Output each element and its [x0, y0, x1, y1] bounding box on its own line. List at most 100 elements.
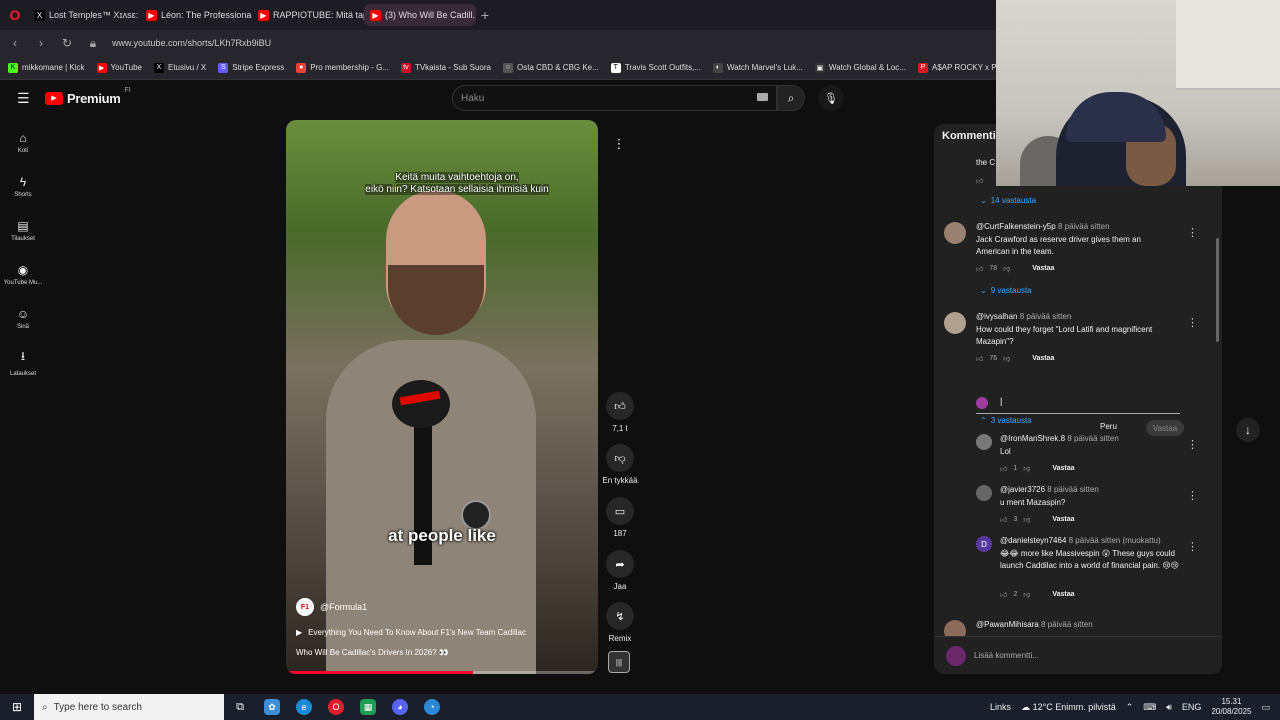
youtube-logo[interactable]: ▶ Premium FI — [45, 87, 131, 106]
thumbs-up-icon[interactable]: 👍︎ — [976, 264, 983, 273]
comment-author[interactable]: @javier3726 8 päivää sitten — [1000, 485, 1099, 494]
sidebar-item-music[interactable]: ◉ YouTube Mu... — [0, 252, 46, 296]
channel-link[interactable]: F1 @Formula1 — [296, 598, 367, 616]
sidebar-item-you[interactable]: ☺ Sinä — [0, 296, 46, 340]
avatar[interactable]: D — [976, 536, 992, 552]
links-toolbar[interactable]: Links — [990, 702, 1011, 712]
related-video-link[interactable]: ▶ Everything You Need To Know About F1's… — [296, 628, 526, 637]
taskbar-search-input[interactable]: ⌕ Type here to search — [34, 694, 224, 720]
more-options-icon[interactable]: ⋮ — [1187, 438, 1198, 451]
bookmark-item[interactable]: ○ Osta CBD & CBG Ke... — [503, 62, 599, 73]
network-icon[interactable]: ⌨︎ — [1143, 702, 1156, 713]
thumbs-up-icon[interactable]: 👍︎ — [1000, 464, 1007, 473]
discord-icon[interactable]: ◕ — [384, 694, 416, 720]
taskbar-app-icon[interactable]: ◔ — [416, 694, 448, 720]
sidebar-item-home[interactable]: ⌂ Koti — [0, 120, 46, 164]
add-comment-input[interactable]: Lisää kommentti... — [934, 636, 1222, 674]
video-title[interactable]: Who Will Be Cadillac's Drivers In 2026? … — [296, 648, 449, 657]
windows-start-icon[interactable]: ⊞ — [0, 700, 34, 714]
comments-list[interactable]: the C 👍︎ ⌄ 14 vastausta @CurtFalkenstein-… — [934, 154, 1222, 636]
more-options-icon[interactable]: ⋮ — [1187, 316, 1198, 329]
thumbs-up-icon[interactable]: 👍︎ — [1000, 590, 1007, 599]
notification-icon[interactable]: ▭ — [1261, 702, 1270, 713]
bookmark-item[interactable]: S Stripe Express — [218, 62, 284, 73]
bookmark-item[interactable]: Kmikkomane | Kick — [8, 62, 85, 73]
cancel-button[interactable]: Peru — [1100, 422, 1117, 431]
show-replies-toggle[interactable]: ⌄ 14 vastausta — [980, 196, 1036, 205]
comment-author[interactable]: @IronManShrek.8 8 päivää sitten — [1000, 434, 1119, 443]
sidebar-item-subscriptions[interactable]: ▤ Tilaukset — [0, 208, 46, 252]
weather-widget[interactable]: ☁︎ 12°C Enimm. pilvistä — [1021, 702, 1116, 713]
avatar[interactable] — [944, 620, 966, 636]
taskbar-app-icon[interactable]: ✿ — [256, 694, 288, 720]
sidebar-item-shorts[interactable]: ϟ Shorts — [0, 164, 46, 208]
sound-thumbnail-icon[interactable]: ||| — [608, 651, 630, 673]
bookmark-item[interactable]: X Etusivu / X — [153, 62, 206, 73]
thumbs-up-icon[interactable]: 👍︎ — [976, 176, 983, 185]
comment-author[interactable]: @PawanMihisara 8 päivää sitten — [976, 620, 1093, 629]
dislike-button[interactable]: 👎︎ En tykkää — [600, 444, 640, 485]
forward-icon[interactable]: › — [34, 36, 48, 50]
more-options-icon[interactable]: ⋮ — [1187, 226, 1198, 239]
language-indicator[interactable]: ENG — [1182, 702, 1202, 712]
more-options-icon[interactable]: ⋮ — [612, 136, 626, 152]
bookmark-item[interactable]: tv TVkaista - Sub Suora — [400, 62, 491, 73]
reply-button[interactable]: Vastaa — [1032, 265, 1054, 272]
new-tab-button[interactable]: + — [476, 7, 494, 23]
show-replies-toggle[interactable]: ⌄ 9 vastausta — [980, 286, 1032, 295]
send-reply-button[interactable]: Vastaa — [1146, 420, 1184, 436]
share-button[interactable]: ➦ Jaa — [600, 550, 640, 591]
volume-icon[interactable]: 🔊︎ — [1166, 702, 1172, 713]
thumbs-up-icon[interactable]: 👍︎ — [1000, 515, 1007, 524]
taskbar-app-icon[interactable]: ▦ — [352, 694, 384, 720]
hide-replies-toggle[interactable]: ⌃ 3 vastausta — [980, 416, 1032, 425]
comments-scrollbar[interactable] — [1216, 238, 1219, 342]
task-view-icon[interactable]: ⧉ — [224, 694, 256, 720]
bookmark-item[interactable]: ◐ Watch Marvel's Luk... — [712, 62, 803, 73]
bookmark-item[interactable]: ● Pro membership - G... — [296, 62, 389, 73]
avatar[interactable] — [944, 222, 966, 244]
sidebar-item-downloads[interactable]: ⭳ Lataukset — [0, 340, 46, 384]
browser-tab[interactable]: XLost Temples™ Xɪʌsɛ: "Son — [28, 4, 140, 26]
opera-logo-icon[interactable]: O — [6, 6, 24, 24]
remix-button[interactable]: ↯ Remix — [600, 602, 640, 643]
like-button[interactable]: 👍︎ 7,1 t — [600, 392, 640, 433]
clock[interactable]: 15.31 20/08/2025 — [1211, 697, 1251, 717]
thumbs-down-icon[interactable]: 👎︎ — [1023, 515, 1030, 524]
search-button[interactable]: ⌕ — [777, 85, 805, 111]
browser-tab[interactable]: ▶RAPPIOTUBE: Mitä tapahtu... — [252, 4, 364, 26]
reply-button[interactable]: Vastaa — [1052, 465, 1074, 472]
reply-button[interactable]: Vastaa — [1032, 355, 1054, 362]
edge-icon[interactable]: e — [288, 694, 320, 720]
comment-author[interactable]: @CurtFalkenstein-y5p 8 päivää sitten — [976, 222, 1110, 231]
comment-author[interactable]: @danielsteyn7464 8 päivää sitten (muokat… — [1000, 536, 1161, 545]
thumbs-up-icon[interactable]: 👍︎ — [976, 354, 983, 363]
reply-input[interactable]: | — [976, 394, 1180, 414]
search-input[interactable]: Haku k — [452, 85, 777, 111]
url-field[interactable]: www.youtube.com/shorts/LKh7Rxb9iBU — [112, 38, 271, 48]
more-options-icon[interactable]: ⋮ — [1187, 489, 1198, 502]
bookmark-item[interactable]: ▣ Watch Global & Loc... — [814, 62, 906, 73]
comments-button[interactable]: ▭ 187 — [600, 497, 640, 538]
bookmark-item[interactable]: ▶ YouTube — [96, 62, 142, 73]
arrow-down-icon[interactable]: ↓ — [1236, 418, 1260, 442]
thumbs-down-icon[interactable]: 👎︎ — [1023, 464, 1030, 473]
thumbs-down-icon[interactable]: 👎︎ — [1003, 264, 1010, 273]
avatar[interactable] — [976, 485, 992, 501]
menu-icon[interactable]: ☰ — [17, 90, 31, 107]
back-icon[interactable]: ‹ — [8, 36, 22, 50]
browser-tab-active[interactable]: ▶ (3) Who Will Be Cadill... — [364, 4, 476, 26]
comment-author[interactable]: @ivysalhan 8 päivää sitten — [976, 312, 1071, 321]
keyboard-icon[interactable]: k — [757, 93, 768, 101]
opera-icon[interactable]: O — [320, 694, 352, 720]
thumbs-down-icon[interactable]: 👎︎ — [1023, 590, 1030, 599]
more-options-icon[interactable]: ⋮ — [1187, 540, 1198, 553]
reload-icon[interactable]: ↻ — [60, 36, 74, 50]
avatar[interactable] — [944, 312, 966, 334]
short-video-player[interactable]: Keitä muita vaihtoehtoja on, eikö niin? … — [286, 120, 598, 674]
bookmark-item[interactable]: PA$AP ROCKY x PU... — [917, 62, 996, 73]
bookmark-item[interactable]: T Travis Scott Outfits,... — [610, 62, 701, 73]
reply-button[interactable]: Vastaa — [1052, 516, 1074, 523]
video-progress-bar[interactable] — [286, 671, 598, 674]
voice-search-button[interactable]: 🎙︎ — [818, 85, 844, 111]
